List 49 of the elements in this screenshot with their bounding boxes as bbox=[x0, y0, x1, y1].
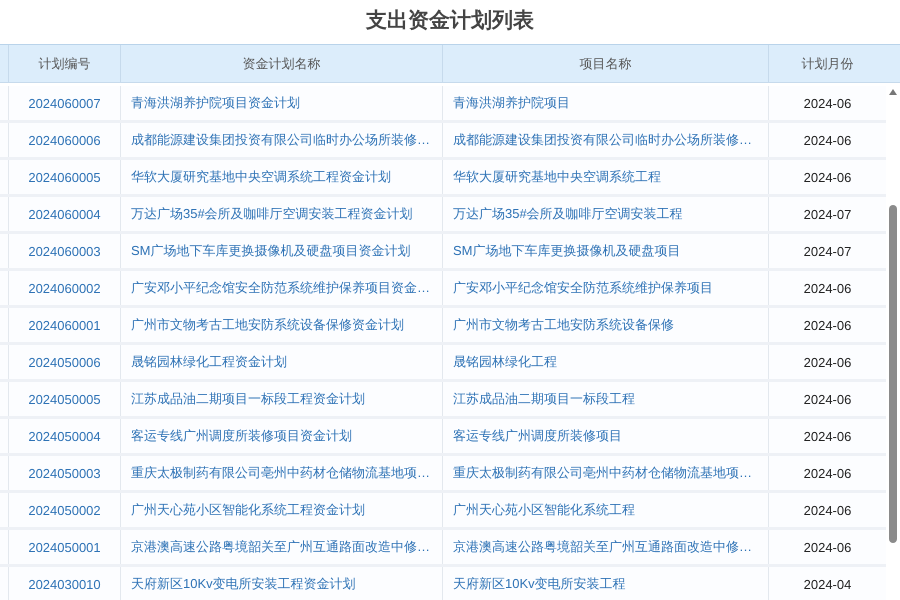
plan-name[interactable]: 万达广场35#会所及咖啡厅空调安装工程资金计划 bbox=[120, 197, 442, 231]
plan-name[interactable]: 成都能源建设集团投资有限公司临时办公场所装修… bbox=[120, 123, 442, 157]
column-header: 计划月份 bbox=[768, 45, 886, 82]
plan-number[interactable]: 2024050005 bbox=[8, 382, 120, 416]
plan-number[interactable]: 2024060001 bbox=[8, 308, 120, 342]
project-name[interactable]: 广州市文物考古工地安防系统设备保修 bbox=[442, 308, 768, 342]
plan-number[interactable]: 2024060005 bbox=[8, 160, 120, 194]
plan-number[interactable]: 2024060002 bbox=[8, 271, 120, 305]
scroll-thumb[interactable] bbox=[889, 205, 897, 543]
plan-number[interactable]: 2024030010 bbox=[8, 567, 120, 600]
plan-name[interactable]: 青海洪湖养护院项目资金计划 bbox=[120, 86, 442, 120]
plan-name[interactable]: 广州天心苑小区智能化系统工程资金计划 bbox=[120, 493, 442, 527]
project-name[interactable]: 天府新区10Kv变电所安装工程 bbox=[442, 567, 768, 600]
plan-number[interactable]: 2024060004 bbox=[8, 197, 120, 231]
plan-name[interactable]: 江苏成品油二期项目一标段工程资金计划 bbox=[120, 382, 442, 416]
plan-name[interactable]: 广州市文物考古工地安防系统设备保修资金计划 bbox=[120, 308, 442, 342]
project-name[interactable]: SM广场地下车库更换摄像机及硬盘项目 bbox=[442, 234, 768, 268]
project-name[interactable]: 广安邓小平纪念馆安全防范系统维护保养项目 bbox=[442, 271, 768, 305]
project-name[interactable]: 华软大厦研究基地中央空调系统工程 bbox=[442, 160, 768, 194]
plan-number[interactable]: 2024060003 bbox=[8, 234, 120, 268]
plan-name[interactable]: 晟铭园林绿化工程资金计划 bbox=[120, 345, 442, 379]
plan-name[interactable]: 重庆太极制药有限公司亳州中药材仓储物流基地项… bbox=[120, 456, 442, 490]
plan-number[interactable]: 2024050003 bbox=[8, 456, 120, 490]
project-name[interactable]: 万达广场35#会所及咖啡厅空调安装工程 bbox=[442, 197, 768, 231]
project-name[interactable]: 江苏成品油二期项目一标段工程 bbox=[442, 382, 768, 416]
plan-name[interactable]: 天府新区10Kv变电所安装工程资金计划 bbox=[120, 567, 442, 600]
project-name[interactable]: 广州天心苑小区智能化系统工程 bbox=[442, 493, 768, 527]
project-name[interactable]: 晟铭园林绿化工程 bbox=[442, 345, 768, 379]
page-title: 支出资金计划列表 bbox=[364, 8, 535, 34]
column-header: 项目名称 bbox=[442, 45, 768, 82]
plan-name[interactable]: SM广场地下车库更换摄像机及硬盘项目资金计划 bbox=[120, 234, 442, 268]
project-name[interactable]: 青海洪湖养护院项目 bbox=[442, 86, 768, 120]
project-name[interactable]: 京港澳高速公路粤境韶关至广州互通路面改造中修… bbox=[442, 530, 768, 564]
plan-name[interactable]: 华软大厦研究基地中央空调系统工程资金计划 bbox=[120, 160, 442, 194]
project-name[interactable]: 成都能源建设集团投资有限公司临时办公场所装修… bbox=[442, 123, 768, 157]
project-name[interactable]: 客运专线广州调度所装修项目 bbox=[442, 419, 768, 453]
column-header: 计划编号 bbox=[8, 45, 120, 82]
project-name[interactable]: 重庆太极制药有限公司亳州中药材仓储物流基地项… bbox=[442, 456, 768, 490]
plan-name[interactable]: 广安邓小平纪念馆安全防范系统维护保养项目资金… bbox=[120, 271, 442, 305]
plan-name[interactable]: 京港澳高速公路粤境韶关至广州互通路面改造中修… bbox=[120, 530, 442, 564]
plan-name[interactable]: 客运专线广州调度所装修项目资金计划 bbox=[120, 419, 442, 453]
plan-number[interactable]: 2024060007 bbox=[8, 86, 120, 120]
plan-number[interactable]: 2024050001 bbox=[8, 530, 120, 564]
plan-number[interactable]: 2024050002 bbox=[8, 493, 120, 527]
scroll-up-icon[interactable] bbox=[889, 89, 897, 95]
plan-number[interactable]: 2024050006 bbox=[8, 345, 120, 379]
column-header: 资金计划名称 bbox=[120, 45, 442, 82]
plan-number[interactable]: 2024050004 bbox=[8, 419, 120, 453]
plan-number[interactable]: 2024060006 bbox=[8, 123, 120, 157]
